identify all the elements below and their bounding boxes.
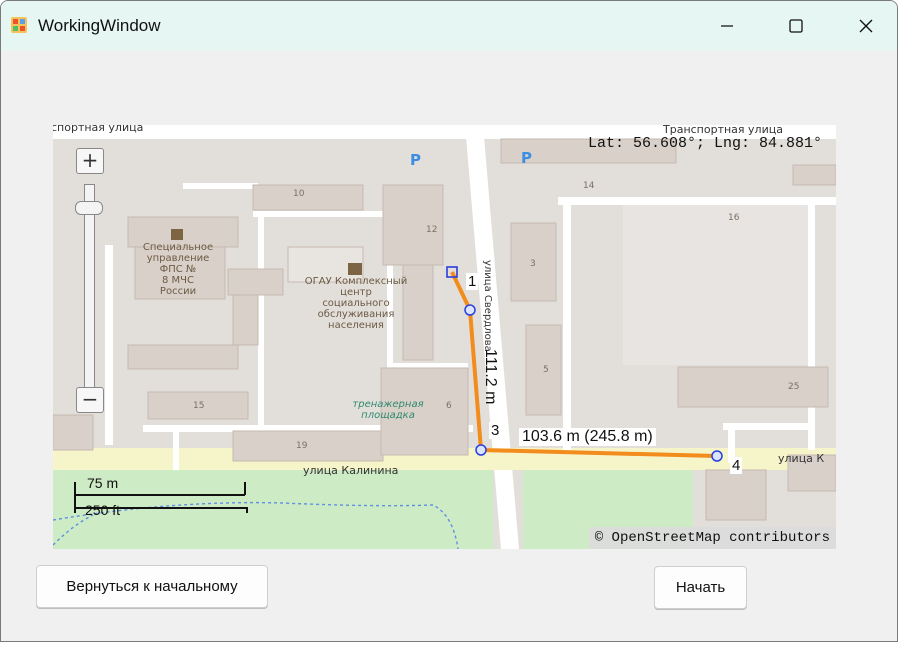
street-label: спортная улица: [53, 125, 144, 134]
close-button[interactable]: [843, 1, 889, 51]
parking-icon: P: [521, 149, 532, 167]
building-number: 3: [530, 259, 536, 269]
route-point-label: 1: [466, 273, 479, 290]
building-number: 19: [296, 441, 308, 451]
maximize-icon: [789, 19, 803, 33]
start-button[interactable]: Начать: [654, 566, 747, 609]
building-number: 6: [446, 401, 452, 411]
poi-training-ground: тренажерная площадка: [352, 399, 424, 421]
route-segment-distance: 111.2 m: [482, 349, 499, 405]
parking-icon: P: [410, 151, 421, 169]
app-icon: [11, 17, 27, 33]
working-window: WorkingWindow спортная улица Транспортна…: [0, 0, 898, 642]
zoom-in-button[interactable]: +: [76, 148, 104, 174]
coordinates-readout: Lat: 56.608°; Lng: 84.881°: [587, 135, 822, 152]
map-tiles: [53, 125, 836, 549]
minimize-button[interactable]: [704, 1, 750, 51]
route-point-label: 4: [730, 457, 743, 474]
poi-fire-service: Специальное управление ФПС № 8 МЧС Росси…: [142, 242, 214, 297]
maximize-button[interactable]: [773, 1, 819, 51]
building-number: 10: [293, 189, 305, 199]
minimize-icon: [721, 25, 733, 27]
zoom-out-button[interactable]: −: [76, 387, 104, 413]
building-number: 14: [583, 181, 595, 191]
route-point-label: 3: [489, 422, 502, 439]
zoom-slider[interactable]: [84, 184, 95, 392]
building-number: 25: [788, 382, 800, 392]
building-number: 16: [728, 213, 740, 223]
close-icon: [859, 19, 873, 33]
poi-social-center: ОГАУ Комплексный центр социального обслу…: [304, 276, 408, 331]
window-title: WorkingWindow: [38, 16, 161, 35]
street-label: улица Калинина: [303, 464, 399, 477]
route-segment-distance: 103.6 m (245.8 m): [519, 428, 656, 446]
building-number: 12: [426, 225, 438, 235]
building-number: 15: [193, 401, 205, 411]
scale-metric-label: 75 m: [87, 475, 119, 491]
building-number: 5: [543, 365, 549, 375]
map-view[interactable]: спортная улица Транспортная улица улица …: [53, 125, 836, 549]
back-to-start-button[interactable]: Вернуться к начальному: [36, 565, 268, 608]
street-label: улица К: [778, 452, 825, 465]
street-label: улица Свердлова: [482, 260, 493, 352]
scale-imperial-label: 250 ft: [85, 502, 121, 518]
zoom-slider-thumb[interactable]: [75, 201, 103, 215]
title-bar: WorkingWindow: [1, 1, 897, 51]
map-attribution: © OpenStreetMap contributors: [588, 527, 836, 549]
